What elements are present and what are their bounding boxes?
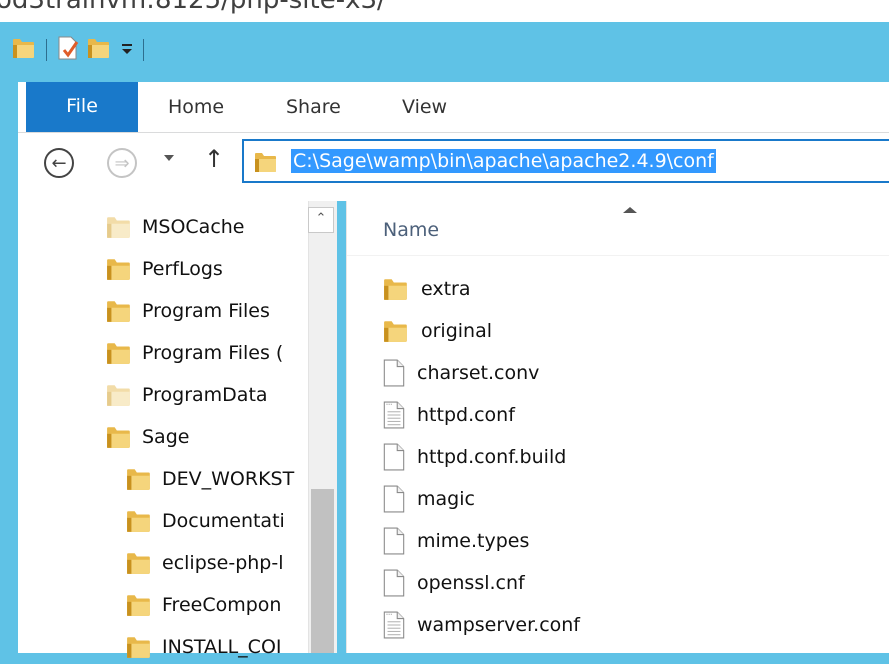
nav-tree-item-label: ProgramData <box>142 384 268 406</box>
tab-file[interactable]: File <box>26 82 138 132</box>
file-name: httpd.conf <box>417 404 515 426</box>
nav-tree-item-label: Program Files ( <box>142 342 284 364</box>
folder-icon <box>106 215 132 239</box>
file-list-item[interactable]: httpd.conf.build <box>383 437 566 477</box>
folder-icon <box>383 319 409 343</box>
customize-dropdown-icon[interactable] <box>121 41 133 60</box>
background-window-title-text: od3trainvm:8125/php-site-x3/ <box>0 0 386 15</box>
file-list-item[interactable]: httpd.conf <box>383 395 515 435</box>
nav-tree-item[interactable]: DEV_WORKST <box>126 462 294 496</box>
folder-icon <box>126 635 152 659</box>
nav-tree-item-label: Documentati <box>162 510 285 532</box>
file-name: extra <box>421 278 471 300</box>
folder-icon <box>126 551 152 575</box>
nav-tree-item-label: Sage <box>142 426 190 448</box>
text-file-icon <box>383 611 405 639</box>
folder-icon <box>126 467 152 491</box>
folder-icon[interactable] <box>12 37 36 63</box>
header-divider <box>347 255 889 256</box>
file-name: openssl.cnf <box>417 572 525 594</box>
file-name: charset.conv <box>417 362 540 384</box>
address-bar[interactable]: C:\Sage\wamp\bin\apache\apache2.4.9\conf <box>242 139 889 183</box>
toolbar-separator <box>46 39 47 61</box>
folder-icon <box>126 509 152 533</box>
nav-tree-item-label: MSOCache <box>142 216 245 238</box>
scrollbar-thumb[interactable] <box>311 489 334 653</box>
nav-tree-item[interactable]: Documentati <box>126 504 285 538</box>
folder-icon <box>106 257 132 281</box>
properties-icon[interactable] <box>57 36 79 64</box>
nav-tree-item[interactable]: ProgramData <box>106 378 268 412</box>
file-icon <box>383 443 405 471</box>
address-path-text[interactable]: C:\Sage\wamp\bin\apache\apache2.4.9\conf <box>291 149 716 173</box>
arrow-right-icon: ⇒ <box>114 152 130 174</box>
file-icon <box>383 569 405 597</box>
folder-icon <box>106 299 132 323</box>
tab-home[interactable]: Home <box>168 82 224 132</box>
scroll-up-button[interactable]: ⌃ <box>308 207 334 233</box>
nav-tree-item-label: Program Files <box>142 300 270 322</box>
file-name: wampserver.conf <box>417 614 580 636</box>
up-button[interactable]: ↑ <box>204 145 224 173</box>
nav-tree-item[interactable]: INSTALL_COI <box>126 630 282 664</box>
navigation-pane: MSOCache PerfLogs Program Files Program Fil… <box>18 201 337 658</box>
arrow-up-icon: ↑ <box>204 145 225 173</box>
text-file-icon <box>383 401 405 429</box>
file-name: mime.types <box>417 530 530 552</box>
nav-tree-item[interactable]: FreeCompon <box>126 588 281 622</box>
arrow-left-icon: ← <box>51 152 67 174</box>
file-list-item[interactable]: original <box>383 311 492 351</box>
ribbon-tab-bar: File Home Share View <box>18 82 889 133</box>
file-icon <box>383 485 405 513</box>
toolbar-separator <box>143 39 144 61</box>
nav-tree-item-label: INSTALL_COI <box>162 636 282 658</box>
file-list-item[interactable]: charset.conv <box>383 353 539 393</box>
nav-tree-item-label: FreeCompon <box>162 594 282 616</box>
nav-tree-item-label: eclipse-php-l <box>162 552 284 574</box>
navigation-bar: ← ⇒ ↑ C:\Sage\wamp\bin\apache\apache2.4.… <box>18 133 889 201</box>
file-icon <box>383 359 405 387</box>
column-header-name[interactable]: Name <box>383 219 439 241</box>
nav-tree-item[interactable]: Program Files ( <box>106 336 283 370</box>
tab-share[interactable]: Share <box>286 82 341 132</box>
file-list-item[interactable]: magic <box>383 479 475 519</box>
folder-icon <box>254 151 278 177</box>
background-window-title: od3trainvm:8125/php-site-x3/ <box>0 0 889 22</box>
folder-icon <box>106 425 132 449</box>
file-name: magic <box>417 488 475 510</box>
forward-button[interactable]: ⇒ <box>107 148 137 178</box>
chevron-up-icon: ⌃ <box>315 211 327 226</box>
nav-tree-item[interactable]: eclipse-php-l <box>126 546 284 580</box>
file-name: httpd.conf.build <box>417 446 567 468</box>
file-name: original <box>421 320 493 342</box>
nav-tree-item[interactable]: Program Files <box>106 294 270 328</box>
sort-ascending-icon <box>623 207 637 213</box>
quick-access-toolbar <box>12 30 154 70</box>
folder-icon <box>106 383 132 407</box>
file-list-pane: Name extra original charset.conv httpd.conf… <box>346 201 889 653</box>
file-list-item[interactable]: mime.types <box>383 521 529 561</box>
tab-view[interactable]: View <box>402 82 447 132</box>
nav-tree-item-label: DEV_WORKST <box>162 468 295 490</box>
file-list-item[interactable]: openssl.cnf <box>383 563 525 603</box>
file-list-item[interactable]: wampserver.conf <box>383 605 580 645</box>
nav-tree-item[interactable]: MSOCache <box>106 210 245 244</box>
new-folder-icon[interactable] <box>87 37 111 63</box>
nav-tree-item[interactable]: PerfLogs <box>106 252 223 286</box>
folder-icon <box>106 341 132 365</box>
recent-locations-dropdown[interactable] <box>164 155 174 161</box>
file-list-item[interactable]: extra <box>383 269 471 309</box>
nav-tree-item[interactable]: Sage <box>106 420 189 454</box>
folder-icon <box>383 277 409 301</box>
back-button[interactable]: ← <box>44 148 74 178</box>
folder-icon <box>126 593 152 617</box>
nav-tree-item-label: PerfLogs <box>142 258 223 280</box>
file-icon <box>383 527 405 555</box>
